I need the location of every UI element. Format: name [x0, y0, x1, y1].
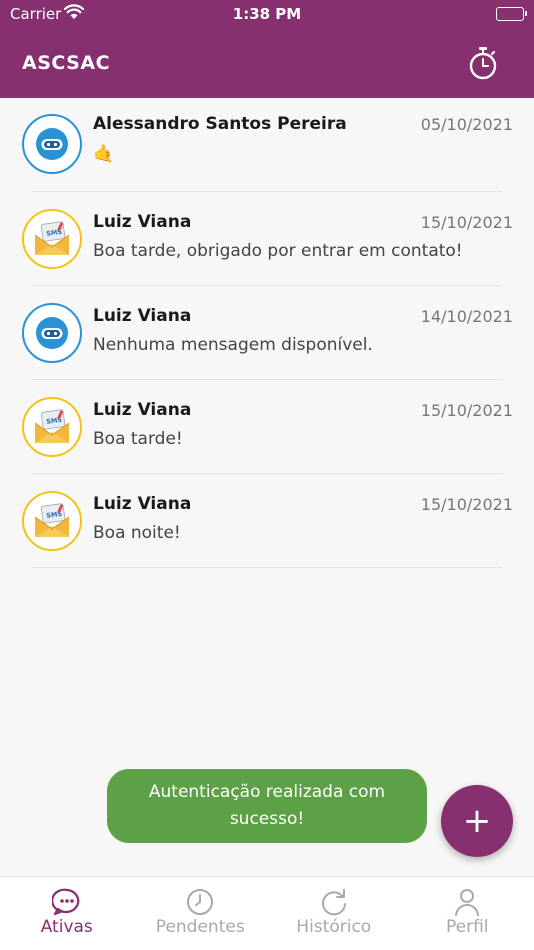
conversation-date: 15/10/2021 — [420, 213, 513, 232]
sms-envelope-icon: SMS — [22, 209, 82, 269]
tab-label: Ativas — [40, 917, 93, 937]
tab-perfil[interactable]: Perfil — [401, 877, 534, 950]
contact-name: Luiz Viana — [93, 400, 192, 420]
toast-message: Autenticação realizada com sucesso! — [107, 769, 427, 843]
last-message: 🤙 — [93, 144, 115, 164]
tab-label: Pendentes — [155, 917, 245, 937]
divider — [32, 567, 502, 568]
sms-envelope-icon: SMS — [22, 397, 82, 457]
clock-icon — [185, 887, 215, 917]
tab-label: Perfil — [445, 917, 489, 937]
battery-icon — [496, 7, 527, 21]
tab-label: Histórico — [296, 917, 372, 937]
refresh-icon — [319, 887, 349, 917]
last-message: Boa tarde! — [93, 429, 183, 449]
last-message: Nenhuma mensagem disponível. — [93, 335, 373, 355]
conversation-date: 15/10/2021 — [420, 401, 513, 420]
stopwatch-icon[interactable] — [468, 46, 498, 80]
conversation-date: 14/10/2021 — [420, 307, 513, 326]
last-message: Boa tarde, obrigado por entrar em contat… — [93, 241, 463, 261]
conversation-date: 15/10/2021 — [420, 495, 513, 514]
tab-historico[interactable]: Histórico — [267, 877, 401, 950]
contact-name: Luiz Viana — [93, 306, 192, 326]
sms-envelope-icon: SMS — [22, 491, 82, 551]
bot-icon — [22, 303, 82, 363]
bot-icon — [22, 114, 82, 174]
chat-bubble-icon — [50, 887, 82, 917]
conversation-item[interactable]: SMS Luiz Viana 15/10/2021 Boa noite! — [0, 474, 534, 568]
status-bar: Carrier 1:38 PM — [0, 0, 534, 28]
conversation-item[interactable]: Alessandro Santos Pereira 05/10/2021 🤙 — [0, 98, 534, 192]
add-conversation-button[interactable]: + — [441, 785, 513, 857]
app-title: ASCSAC — [22, 52, 111, 74]
conversation-item[interactable]: Luiz Viana 14/10/2021 Nenhuma mensagem dis… — [0, 286, 534, 380]
last-message: Boa noite! — [93, 523, 181, 543]
contact-name: Luiz Viana — [93, 494, 192, 514]
app-header: ASCSAC — [0, 28, 534, 98]
contact-name: Luiz Viana — [93, 212, 192, 232]
conversation-list: Alessandro Santos Pereira 05/10/2021 🤙 SMS L… — [0, 98, 534, 568]
conversation-item[interactable]: SMS Luiz Viana 15/10/2021 Boa tarde! — [0, 380, 534, 474]
tab-bar: Ativas Pendentes Histórico Perfil — [0, 876, 534, 950]
tab-pendentes[interactable]: Pendentes — [134, 877, 268, 950]
tab-ativas[interactable]: Ativas — [0, 877, 134, 950]
clock-time: 1:38 PM — [232, 5, 302, 23]
contact-name: Alessandro Santos Pereira — [93, 114, 347, 134]
conversation-item[interactable]: SMS Luiz Viana 15/10/2021 Boa tarde, obriga… — [0, 192, 534, 286]
person-icon — [452, 887, 482, 917]
conversation-date: 05/10/2021 — [420, 115, 513, 134]
